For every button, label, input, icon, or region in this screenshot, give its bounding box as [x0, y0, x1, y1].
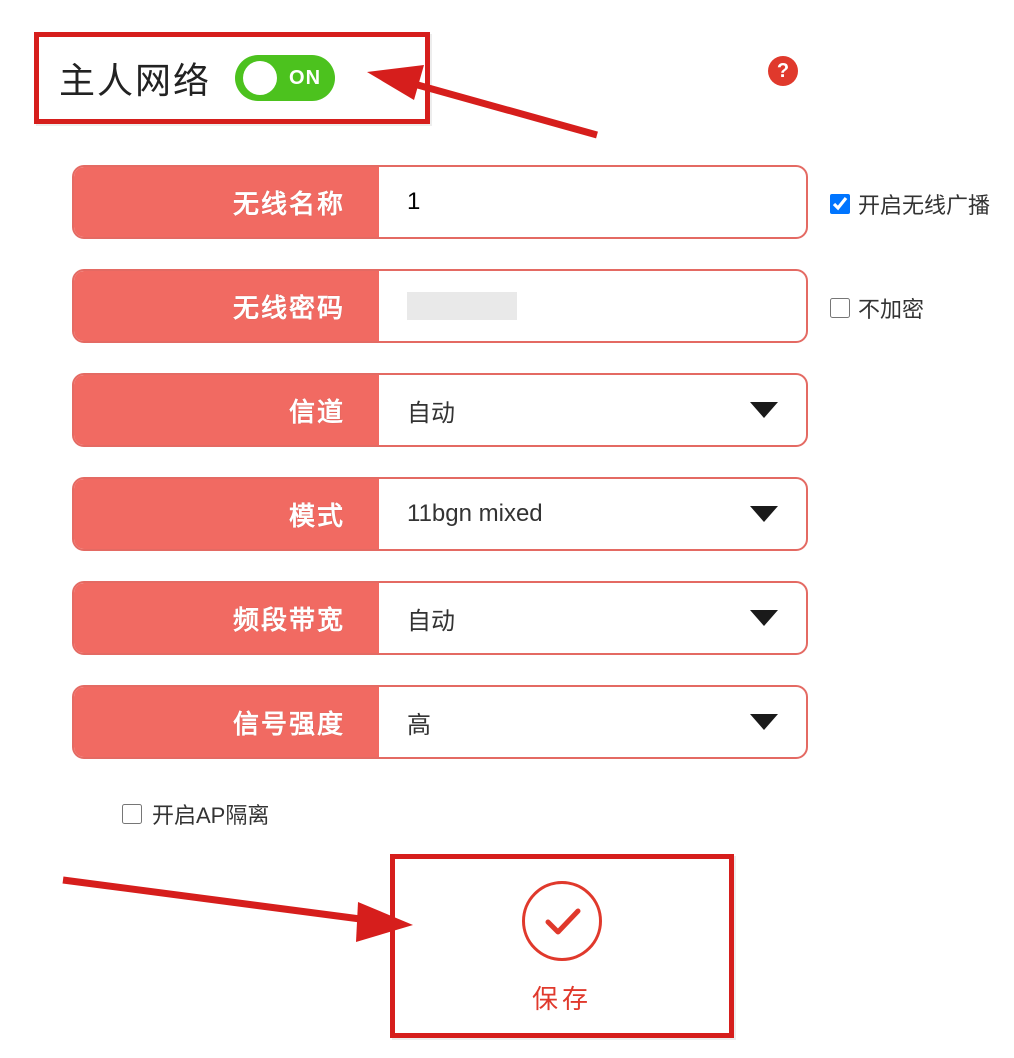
mode-value: 11bgn mixed: [407, 500, 543, 528]
toggle-state-label: ON: [289, 67, 321, 90]
no-encrypt-checkbox-row[interactable]: 不加密: [830, 292, 924, 324]
settings-form: 无线名称 无线密码 信道 自动 模式 11bgn mixed 频段带宽 自动 信…: [72, 165, 808, 789]
ap-isolation-checkbox-row[interactable]: 开启AP隔离: [122, 798, 269, 830]
row-bandwidth: 频段带宽 自动: [72, 581, 808, 655]
label-password: 无线密码: [74, 271, 379, 341]
label-ssid: 无线名称: [74, 167, 379, 237]
master-network-toggle[interactable]: ON: [235, 55, 335, 101]
ssid-input[interactable]: [407, 188, 778, 216]
chevron-down-icon: [750, 714, 778, 730]
bandwidth-select[interactable]: 自动: [379, 583, 806, 653]
channel-value: 自动: [407, 393, 455, 428]
no-encrypt-checkbox[interactable]: [830, 298, 850, 318]
channel-select[interactable]: 自动: [379, 375, 806, 445]
value-password[interactable]: [379, 271, 806, 341]
annotation-arrow-bottom: [58, 860, 428, 980]
header-highlight-box: 主人网络 ON: [34, 32, 430, 124]
check-circle-icon: [522, 881, 602, 961]
broadcast-label: 开启无线广播: [858, 188, 990, 220]
mode-select[interactable]: 11bgn mixed: [379, 479, 806, 549]
help-icon[interactable]: ?: [768, 56, 798, 86]
row-password: 无线密码: [72, 269, 808, 343]
toggle-knob: [243, 61, 277, 95]
row-mode: 模式 11bgn mixed: [72, 477, 808, 551]
ap-isolation-checkbox[interactable]: [122, 804, 142, 824]
save-highlight-box: 保存: [390, 854, 734, 1038]
ap-isolation-label: 开启AP隔离: [152, 798, 269, 830]
row-channel: 信道 自动: [72, 373, 808, 447]
save-button[interactable]: 保存: [522, 881, 602, 1016]
broadcast-checkbox-row[interactable]: 开启无线广播: [830, 188, 990, 220]
label-channel: 信道: [74, 375, 379, 445]
label-signal: 信号强度: [74, 687, 379, 757]
signal-value: 高: [407, 705, 431, 740]
password-mask: [407, 292, 517, 320]
label-bandwidth: 频段带宽: [74, 583, 379, 653]
row-signal: 信号强度 高: [72, 685, 808, 759]
no-encrypt-label: 不加密: [858, 292, 924, 324]
page-title: 主人网络: [59, 52, 211, 104]
chevron-down-icon: [750, 610, 778, 626]
row-ssid: 无线名称: [72, 165, 808, 239]
save-label: 保存: [532, 979, 592, 1016]
chevron-down-icon: [750, 506, 778, 522]
signal-select[interactable]: 高: [379, 687, 806, 757]
bandwidth-value: 自动: [407, 601, 455, 636]
broadcast-checkbox[interactable]: [830, 194, 850, 214]
value-ssid[interactable]: [379, 167, 806, 237]
chevron-down-icon: [750, 402, 778, 418]
label-mode: 模式: [74, 479, 379, 549]
